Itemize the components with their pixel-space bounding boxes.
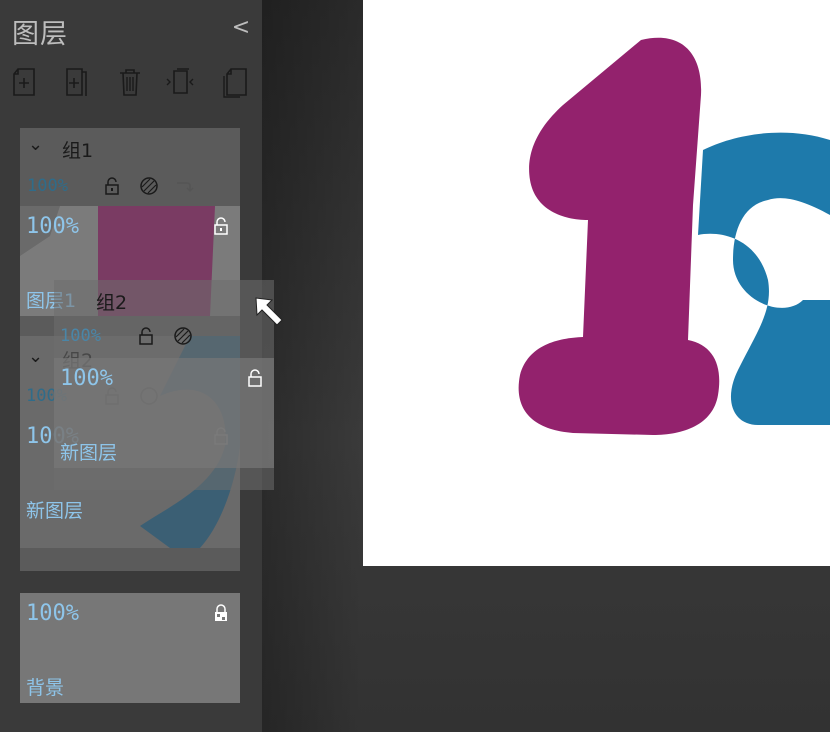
add-group-icon[interactable]	[62, 66, 90, 98]
drag-ghost: 组2 100% 100% 新图层	[54, 280, 274, 490]
blend-mode-icon[interactable]	[139, 176, 159, 196]
layer-opacity[interactable]: 100%	[26, 214, 79, 239]
trash-icon[interactable]	[116, 66, 144, 98]
ghost-layer-opacity: 100%	[60, 366, 113, 391]
layer-opacity[interactable]: 100%	[26, 601, 79, 626]
lock-open-icon[interactable]	[211, 216, 231, 236]
layer-name: 背景	[26, 677, 65, 699]
ghost-group-opacity: 100%	[60, 326, 101, 346]
canvas-artwork	[518, 37, 830, 435]
panel-title: 图层	[12, 19, 68, 50]
artwork-magenta-one	[518, 37, 720, 435]
ghost-layer-name: 新图层	[60, 442, 118, 464]
layers-panel: 图层 < ⌄ 组1 100% 100% 图层1 ⌄ 100% 100% 新图层 …	[0, 0, 274, 732]
lock-open-icon	[245, 368, 265, 388]
collapse-panel-button[interactable]: <	[230, 16, 252, 40]
lock-open-icon	[136, 326, 156, 346]
layer-name: 新图层	[26, 500, 84, 522]
merge-layers-icon[interactable]	[166, 66, 194, 98]
add-layer-icon[interactable]	[10, 66, 38, 98]
lock-closed-icon[interactable]	[211, 603, 231, 623]
clip-arrow-icon[interactable]	[174, 176, 194, 196]
chevron-down-icon[interactable]: ⌄	[28, 134, 43, 155]
layer-item-background[interactable]: 100% 背景	[20, 593, 240, 703]
chevron-down-icon[interactable]: ⌄	[28, 346, 43, 367]
cursor-arrow-icon	[252, 294, 286, 328]
drawing-canvas[interactable]	[363, 0, 830, 566]
group-opacity[interactable]: 100%	[27, 176, 68, 196]
ghost-group-name: 组2	[96, 292, 128, 314]
ghost-layer: 100% 新图层	[54, 358, 274, 468]
duplicate-layer-icon[interactable]	[222, 66, 250, 98]
lock-open-icon[interactable]	[102, 176, 122, 196]
group-name: 组1	[62, 140, 94, 162]
blend-mode-icon	[173, 326, 193, 346]
